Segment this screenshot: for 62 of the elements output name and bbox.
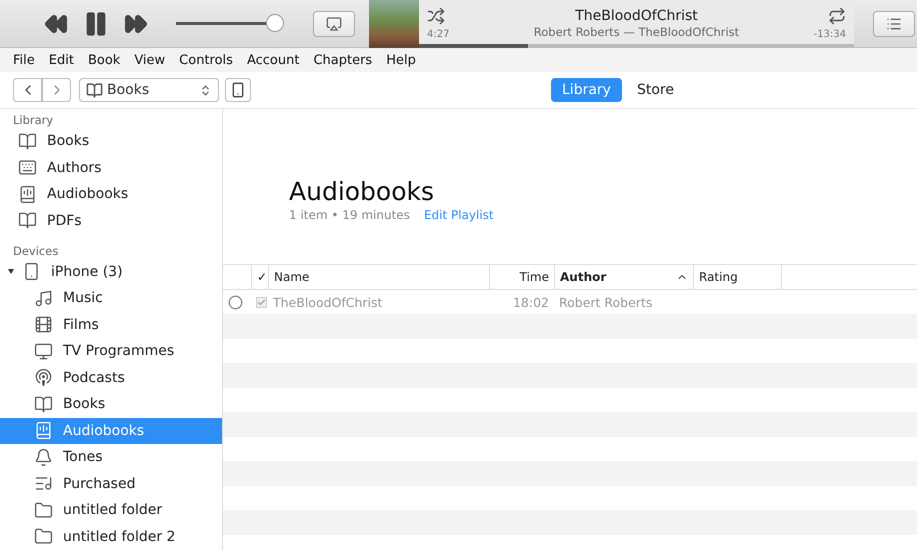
section-heading: Devices: [12, 244, 60, 258]
device-button[interactable]: [225, 78, 251, 102]
sidebar-item[interactable]: Books: [0, 391, 222, 418]
menu-item[interactable]: Edit: [42, 52, 81, 68]
volume-thumb[interactable]: [266, 14, 284, 32]
sidebar-item[interactable]: untitled folder 2: [0, 524, 222, 550]
menu-item[interactable]: Help: [379, 52, 423, 68]
menu-item[interactable]: Controls: [172, 52, 240, 68]
shuffle-icon[interactable]: [427, 7, 445, 25]
sidebar-item[interactable]: untitled folder: [0, 497, 222, 524]
repeat-icon[interactable]: [828, 7, 846, 25]
bell-icon: [34, 448, 53, 467]
menu-item[interactable]: Book: [80, 52, 128, 68]
column-header[interactable]: Name: [268, 264, 489, 290]
phone-icon: [230, 82, 246, 98]
monitor-icon: [34, 342, 53, 361]
folder-icon: [34, 527, 53, 546]
airplay-button[interactable]: [313, 10, 355, 36]
sidebar-item[interactable]: Books: [0, 128, 222, 154]
menu-item[interactable]: Account: [240, 52, 306, 68]
status-circle-icon: [228, 294, 243, 310]
sidebar-item[interactable]: Music: [0, 285, 222, 312]
sidebar-item[interactable]: Podcasts: [0, 364, 222, 391]
film-icon: [34, 315, 53, 334]
list-icon: [886, 16, 902, 32]
airplay-icon: [326, 16, 342, 32]
sidebar-item[interactable]: PDFs: [0, 207, 222, 234]
playlist-summary: 1 item • 19 minutes: [289, 208, 410, 222]
progress-bar[interactable]: [419, 44, 854, 48]
expanded-triangle-icon[interactable]: [8, 269, 14, 274]
list-button[interactable]: [873, 10, 915, 36]
book-icon: [86, 82, 103, 98]
row-checkbox[interactable]: [256, 296, 267, 308]
column-header[interactable]: Author: [554, 264, 693, 290]
audiobook-icon: [18, 184, 37, 204]
typewriter-icon: [18, 158, 37, 177]
podcast-icon: [34, 368, 53, 388]
music-note-icon: [34, 288, 53, 308]
sidebar-item[interactable]: Authors: [0, 154, 222, 181]
sidebar-item[interactable]: Audiobooks: [0, 180, 222, 208]
book-icon: [34, 394, 53, 414]
track-title: TheBloodOfChrist: [575, 8, 698, 24]
folder-icon: [34, 500, 53, 520]
track-artist: Robert Roberts — TheBloodOfChrist: [534, 25, 740, 39]
elapsed-time: 4:27: [427, 29, 450, 40]
playlist-title: Audiobooks: [289, 177, 436, 206]
remaining-time: -13:34: [814, 29, 846, 40]
menu-item[interactable]: View: [127, 52, 172, 68]
album-art-placeholder: [369, 0, 419, 48]
sidebar-item[interactable]: Tones: [0, 444, 222, 470]
book-icon: [18, 211, 37, 230]
sidebar-item[interactable]: Purchased: [0, 470, 222, 497]
sidebar-item[interactable]: Films: [0, 312, 222, 338]
sidebar-item[interactable]: TV Programmes: [0, 338, 222, 364]
menu-item[interactable]: Chapters: [306, 52, 380, 68]
section-heading: Library: [12, 113, 54, 128]
media-kind-select[interactable]: Books: [79, 78, 219, 102]
audiobook-icon: [34, 421, 53, 440]
tab[interactable]: Store: [626, 78, 685, 102]
sidebar-item[interactable]: iPhone (3): [0, 258, 222, 285]
menu-item[interactable]: File: [6, 52, 42, 68]
book-icon: [18, 132, 37, 150]
